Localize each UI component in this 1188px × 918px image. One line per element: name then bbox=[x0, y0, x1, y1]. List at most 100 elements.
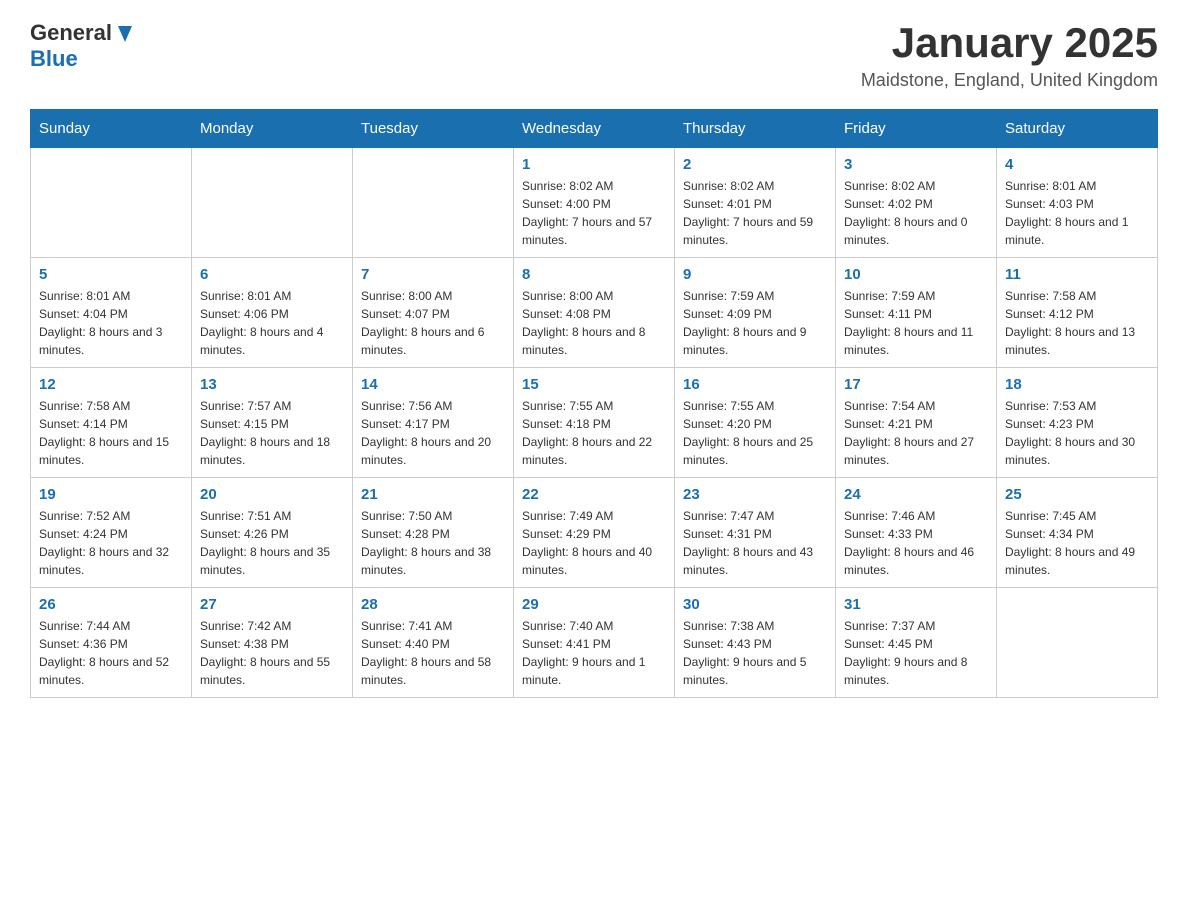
day-sun-info: Sunrise: 7:56 AMSunset: 4:17 PMDaylight:… bbox=[361, 397, 505, 469]
day-sun-info: Sunrise: 7:58 AMSunset: 4:12 PMDaylight:… bbox=[1005, 287, 1149, 359]
calendar-day-cell: 9Sunrise: 7:59 AMSunset: 4:09 PMDaylight… bbox=[675, 258, 836, 368]
day-number: 17 bbox=[844, 376, 988, 393]
day-sun-info: Sunrise: 7:40 AMSunset: 4:41 PMDaylight:… bbox=[522, 617, 666, 689]
day-sun-info: Sunrise: 8:02 AMSunset: 4:01 PMDaylight:… bbox=[683, 177, 827, 249]
title-block: January 2025 Maidstone, England, United … bbox=[861, 20, 1158, 91]
day-sun-info: Sunrise: 7:42 AMSunset: 4:38 PMDaylight:… bbox=[200, 617, 344, 689]
day-number: 29 bbox=[522, 596, 666, 613]
calendar-day-cell: 31 Sunrise: 7:37 AMSunset: 4:45 PMDayligh… bbox=[836, 588, 997, 698]
day-sun-info: Sunrise: 8:02 AMSunset: 4:02 PMDaylight:… bbox=[844, 177, 988, 249]
calendar-week-row: 5 Sunrise: 8:01 AMSunset: 4:04 PMDaylight… bbox=[31, 258, 1158, 368]
day-sun-info: Sunrise: 7:41 AMSunset: 4:40 PMDaylight:… bbox=[361, 617, 505, 689]
logo-blue-text: Blue bbox=[30, 46, 78, 72]
calendar-day-cell: 5 Sunrise: 8:01 AMSunset: 4:04 PMDaylight… bbox=[31, 258, 192, 368]
day-number: 11 bbox=[1005, 266, 1149, 283]
calendar-week-row: 12 Sunrise: 7:58 AMSunset: 4:14 PMDayligh… bbox=[31, 368, 1158, 478]
day-number: 7 bbox=[361, 266, 505, 283]
calendar-day-cell: 16 Sunrise: 7:55 AMSunset: 4:20 PMDayligh… bbox=[675, 368, 836, 478]
calendar-day-cell: 14 Sunrise: 7:56 AMSunset: 4:17 PMDayligh… bbox=[353, 368, 514, 478]
calendar-day-cell: 21 Sunrise: 7:50 AMSunset: 4:28 PMDayligh… bbox=[353, 478, 514, 588]
calendar-day-cell: 25Sunrise: 7:45 AMSunset: 4:34 PMDayligh… bbox=[997, 478, 1158, 588]
calendar-day-cell: 28 Sunrise: 7:41 AMSunset: 4:40 PMDayligh… bbox=[353, 588, 514, 698]
day-number: 5 bbox=[39, 266, 183, 283]
day-number: 15 bbox=[522, 376, 666, 393]
day-sun-info: Sunrise: 7:55 AMSunset: 4:18 PMDaylight:… bbox=[522, 397, 666, 469]
weekday-header-saturday: Saturday bbox=[997, 110, 1158, 148]
logo-general-text: General bbox=[30, 20, 112, 46]
weekday-header-sunday: Sunday bbox=[31, 110, 192, 148]
day-number: 22 bbox=[522, 486, 666, 503]
calendar-day-cell bbox=[997, 588, 1158, 698]
day-sun-info: Sunrise: 8:01 AMSunset: 4:03 PMDaylight:… bbox=[1005, 177, 1149, 249]
day-sun-info: Sunrise: 7:50 AMSunset: 4:28 PMDaylight:… bbox=[361, 507, 505, 579]
day-sun-info: Sunrise: 7:49 AMSunset: 4:29 PMDaylight:… bbox=[522, 507, 666, 579]
weekday-header-monday: Monday bbox=[192, 110, 353, 148]
weekday-header-friday: Friday bbox=[836, 110, 997, 148]
calendar-day-cell: 15 Sunrise: 7:55 AMSunset: 4:18 PMDayligh… bbox=[514, 368, 675, 478]
calendar-day-cell: 1 Sunrise: 8:02 AMSunset: 4:00 PMDaylight… bbox=[514, 148, 675, 258]
day-number: 12 bbox=[39, 376, 183, 393]
day-number: 10 bbox=[844, 266, 988, 283]
day-sun-info: Sunrise: 7:58 AMSunset: 4:14 PMDaylight:… bbox=[39, 397, 183, 469]
logo: General Blue bbox=[30, 20, 136, 72]
calendar-day-cell: 22 Sunrise: 7:49 AMSunset: 4:29 PMDayligh… bbox=[514, 478, 675, 588]
day-number: 23 bbox=[683, 486, 827, 503]
page-header: General Blue January 2025 Maidstone, Eng… bbox=[30, 20, 1158, 91]
day-number: 14 bbox=[361, 376, 505, 393]
day-sun-info: Sunrise: 8:01 AMSunset: 4:06 PMDaylight:… bbox=[200, 287, 344, 359]
day-sun-info: Sunrise: 8:02 AMSunset: 4:00 PMDaylight:… bbox=[522, 177, 666, 249]
day-sun-info: Sunrise: 7:51 AMSunset: 4:26 PMDaylight:… bbox=[200, 507, 344, 579]
calendar-day-cell: 20 Sunrise: 7:51 AMSunset: 4:26 PMDayligh… bbox=[192, 478, 353, 588]
day-sun-info: Sunrise: 7:47 AMSunset: 4:31 PMDaylight:… bbox=[683, 507, 827, 579]
day-sun-info: Sunrise: 7:52 AMSunset: 4:24 PMDaylight:… bbox=[39, 507, 183, 579]
page-title: January 2025 bbox=[861, 20, 1158, 66]
calendar-day-cell: 30Sunrise: 7:38 AMSunset: 4:43 PMDayligh… bbox=[675, 588, 836, 698]
calendar-day-cell: 29 Sunrise: 7:40 AMSunset: 4:41 PMDayligh… bbox=[514, 588, 675, 698]
calendar-day-cell: 13Sunrise: 7:57 AMSunset: 4:15 PMDayligh… bbox=[192, 368, 353, 478]
calendar-day-cell: 3 Sunrise: 8:02 AMSunset: 4:02 PMDaylight… bbox=[836, 148, 997, 258]
weekday-header-wednesday: Wednesday bbox=[514, 110, 675, 148]
day-sun-info: Sunrise: 8:01 AMSunset: 4:04 PMDaylight:… bbox=[39, 287, 183, 359]
weekday-header-tuesday: Tuesday bbox=[353, 110, 514, 148]
day-number: 31 bbox=[844, 596, 988, 613]
day-number: 21 bbox=[361, 486, 505, 503]
day-number: 16 bbox=[683, 376, 827, 393]
calendar-day-cell: 2Sunrise: 8:02 AMSunset: 4:01 PMDaylight… bbox=[675, 148, 836, 258]
calendar-week-row: 1 Sunrise: 8:02 AMSunset: 4:00 PMDaylight… bbox=[31, 148, 1158, 258]
calendar-day-cell: 23 Sunrise: 7:47 AMSunset: 4:31 PMDayligh… bbox=[675, 478, 836, 588]
day-number: 1 bbox=[522, 156, 666, 173]
day-sun-info: Sunrise: 7:46 AMSunset: 4:33 PMDaylight:… bbox=[844, 507, 988, 579]
day-sun-info: Sunrise: 7:57 AMSunset: 4:15 PMDaylight:… bbox=[200, 397, 344, 469]
calendar-day-cell: 26 Sunrise: 7:44 AMSunset: 4:36 PMDayligh… bbox=[31, 588, 192, 698]
calendar-day-cell: 19 Sunrise: 7:52 AMSunset: 4:24 PMDayligh… bbox=[31, 478, 192, 588]
weekday-header-thursday: Thursday bbox=[675, 110, 836, 148]
calendar-day-cell: 24 Sunrise: 7:46 AMSunset: 4:33 PMDayligh… bbox=[836, 478, 997, 588]
calendar-day-cell bbox=[192, 148, 353, 258]
logo-triangle-icon bbox=[114, 22, 136, 44]
day-number: 30 bbox=[683, 596, 827, 613]
weekday-header-row: SundayMondayTuesdayWednesdayThursdayFrid… bbox=[31, 110, 1158, 148]
day-sun-info: Sunrise: 7:59 AMSunset: 4:09 PMDaylight:… bbox=[683, 287, 827, 359]
day-sun-info: Sunrise: 8:00 AMSunset: 4:07 PMDaylight:… bbox=[361, 287, 505, 359]
day-sun-info: Sunrise: 7:59 AMSunset: 4:11 PMDaylight:… bbox=[844, 287, 988, 359]
day-number: 19 bbox=[39, 486, 183, 503]
day-number: 24 bbox=[844, 486, 988, 503]
calendar-day-cell: 12 Sunrise: 7:58 AMSunset: 4:14 PMDayligh… bbox=[31, 368, 192, 478]
calendar-table: SundayMondayTuesdayWednesdayThursdayFrid… bbox=[30, 109, 1158, 698]
calendar-day-cell bbox=[31, 148, 192, 258]
page-subtitle: Maidstone, England, United Kingdom bbox=[861, 70, 1158, 91]
day-number: 25 bbox=[1005, 486, 1149, 503]
day-number: 20 bbox=[200, 486, 344, 503]
day-sun-info: Sunrise: 7:55 AMSunset: 4:20 PMDaylight:… bbox=[683, 397, 827, 469]
day-sun-info: Sunrise: 8:00 AMSunset: 4:08 PMDaylight:… bbox=[522, 287, 666, 359]
day-number: 3 bbox=[844, 156, 988, 173]
calendar-day-cell: 7 Sunrise: 8:00 AMSunset: 4:07 PMDaylight… bbox=[353, 258, 514, 368]
calendar-day-cell: 11 Sunrise: 7:58 AMSunset: 4:12 PMDayligh… bbox=[997, 258, 1158, 368]
calendar-day-cell: 6 Sunrise: 8:01 AMSunset: 4:06 PMDaylight… bbox=[192, 258, 353, 368]
day-sun-info: Sunrise: 7:44 AMSunset: 4:36 PMDaylight:… bbox=[39, 617, 183, 689]
day-sun-info: Sunrise: 7:37 AMSunset: 4:45 PMDaylight:… bbox=[844, 617, 988, 689]
calendar-day-cell: 18Sunrise: 7:53 AMSunset: 4:23 PMDayligh… bbox=[997, 368, 1158, 478]
day-number: 28 bbox=[361, 596, 505, 613]
day-number: 6 bbox=[200, 266, 344, 283]
day-number: 26 bbox=[39, 596, 183, 613]
